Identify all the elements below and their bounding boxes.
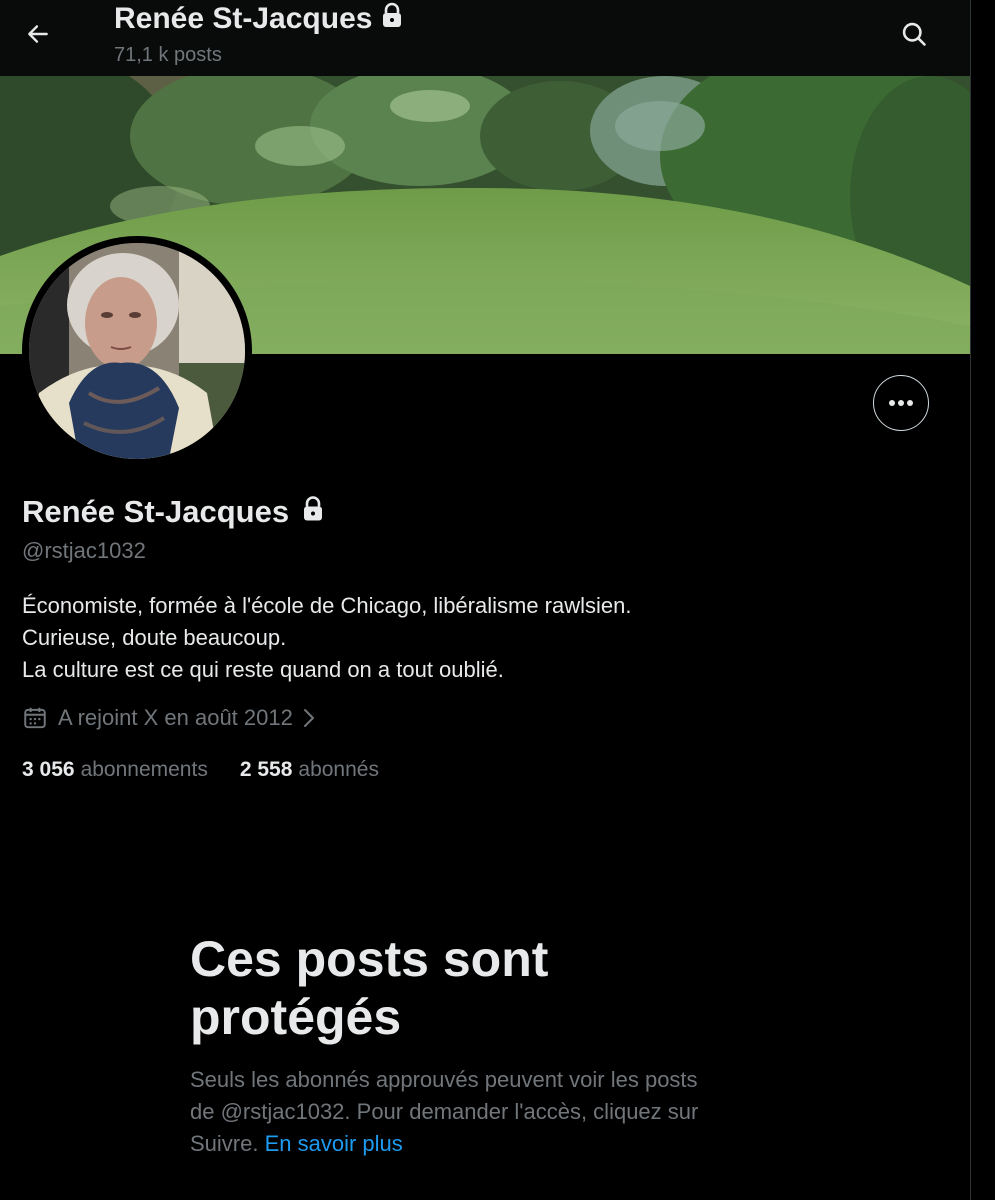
- avatar[interactable]: [22, 236, 252, 466]
- calendar-icon: [22, 705, 48, 731]
- post-count: 71,1 k posts: [114, 44, 222, 66]
- search-icon: [902, 22, 926, 46]
- protected-title-line: Ces posts sont: [190, 931, 549, 987]
- joined-date-text: A rejoint X en août 2012: [58, 705, 293, 730]
- avatar-photo: [29, 243, 245, 459]
- following-label: abonnements: [80, 758, 208, 781]
- profile-handle: @rstjac1032: [22, 538, 146, 563]
- bio-line: Curieuse, doute beaucoup.: [22, 625, 287, 650]
- profile-bio: Économiste, formée à l'école de Chicago,…: [22, 590, 631, 686]
- header-title: Renée St-Jacques: [114, 0, 404, 38]
- profile-name-text: Renée St-Jacques: [22, 494, 290, 529]
- profile-name: Renée St-Jacques: [22, 494, 325, 530]
- protected-desc-line: Seuls les abonnés approuvés peuvent voir…: [190, 1067, 698, 1092]
- profile-page: Renée St-Jacques 71,1 k posts Renée St-J…: [0, 0, 995, 1200]
- search-button[interactable]: [890, 10, 938, 58]
- profile-header: Renée St-Jacques 71,1 k posts: [0, 0, 970, 76]
- learn-more-link[interactable]: En savoir plus: [265, 1131, 403, 1156]
- protected-desc-line: de @rstjac1032. Pour demander l'accès, c…: [190, 1099, 699, 1124]
- protected-title-line: protégés: [190, 989, 402, 1045]
- following-count: 3 056: [22, 758, 75, 781]
- joined-date-link[interactable]: A rejoint X en août 2012: [22, 705, 317, 731]
- right-gutter: [971, 0, 995, 1200]
- protected-desc-line: Suivre. En savoir plus: [190, 1128, 790, 1160]
- lock-icon: [380, 0, 404, 38]
- lock-icon: [301, 494, 325, 530]
- bio-line: Économiste, formée à l'école de Chicago,…: [22, 593, 632, 618]
- followers-link[interactable]: 2 558 abonnés: [240, 758, 379, 782]
- followers-label: abonnés: [298, 758, 379, 781]
- chevron-right-icon: [301, 707, 317, 729]
- following-link[interactable]: 3 056 abonnements: [22, 758, 208, 782]
- protected-desc-prefix: Suivre.: [190, 1131, 259, 1156]
- followers-count: 2 558: [239, 758, 293, 781]
- protected-description: Seuls les abonnés approuvés peuvent voir…: [190, 1064, 790, 1160]
- protected-title: Ces posts sont protégés: [190, 930, 790, 1046]
- header-name: Renée St-Jacques: [114, 2, 373, 35]
- more-dots-icon: [889, 400, 913, 406]
- more-options-button[interactable]: [873, 375, 929, 431]
- bio-line: La culture est ce qui reste quand on a t…: [22, 657, 504, 682]
- main-column: Renée St-Jacques 71,1 k posts Renée St-J…: [0, 0, 970, 1200]
- arrow-left-icon: [28, 25, 48, 43]
- follow-stats: 3 056 abonnements 2 558 abonnés: [22, 758, 411, 782]
- back-button[interactable]: [14, 10, 62, 58]
